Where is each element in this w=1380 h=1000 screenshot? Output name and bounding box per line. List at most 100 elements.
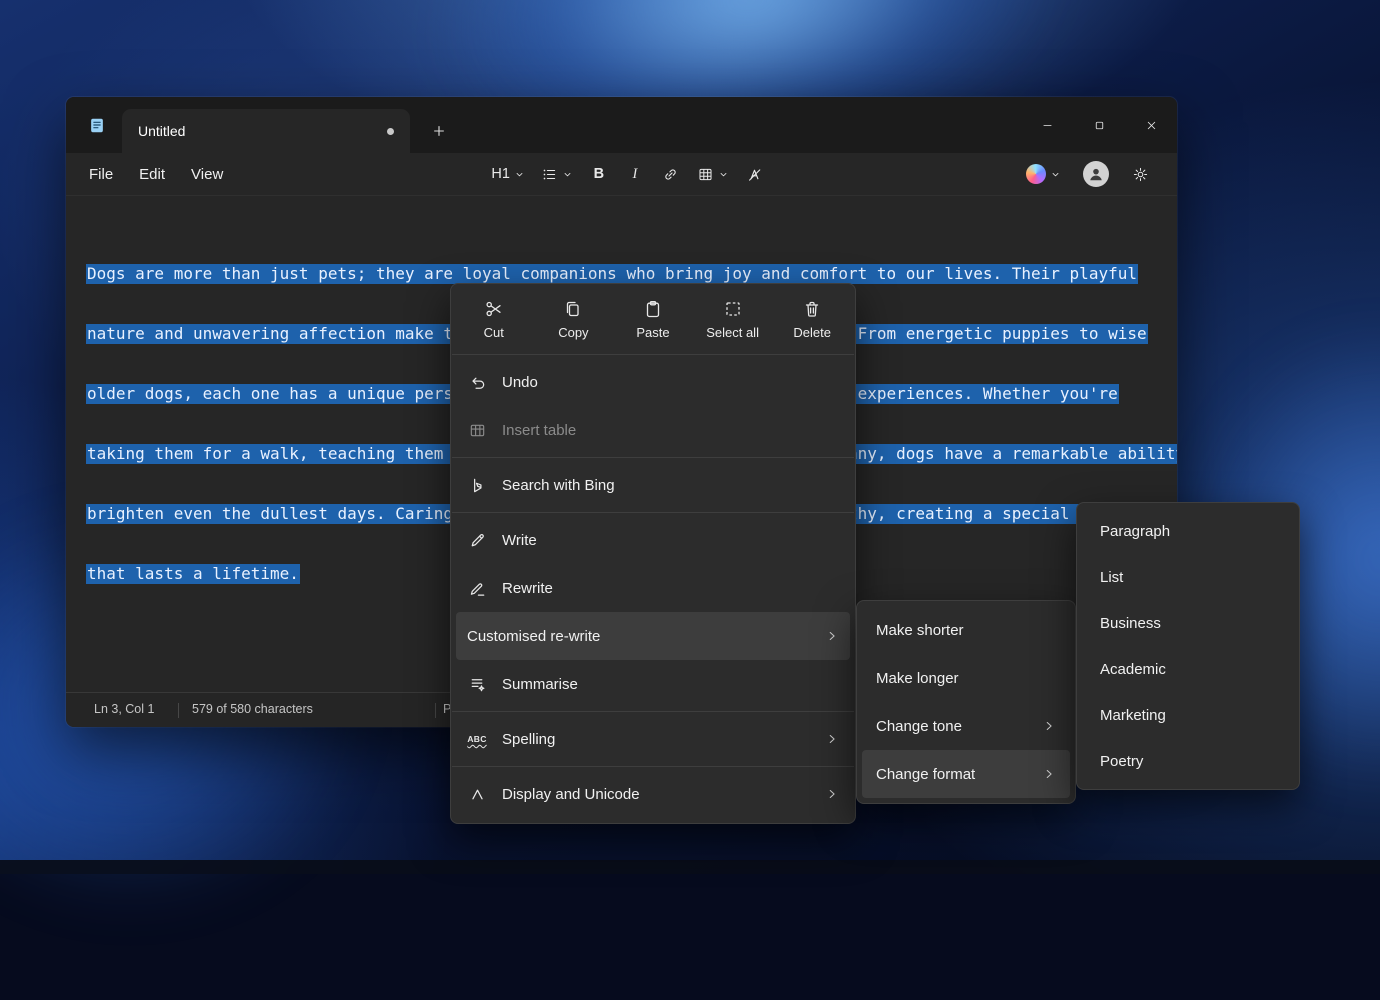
menu-item-write[interactable]: Write: [456, 516, 850, 564]
submenu-item-make-longer[interactable]: Make longer: [862, 654, 1070, 702]
menu-item-label: Rewrite: [502, 580, 553, 597]
bold-label: B: [594, 166, 604, 182]
caret-icon: [467, 784, 487, 804]
menu-divider: [452, 354, 854, 355]
select-all-button[interactable]: Select all: [693, 291, 773, 347]
paste-icon: [643, 299, 663, 319]
cut-button[interactable]: Cut: [454, 291, 534, 347]
pen-icon: [467, 578, 487, 598]
format-option-business[interactable]: Business: [1082, 600, 1294, 646]
quick-action-label: Select all: [706, 325, 759, 340]
insert-link-button[interactable]: [655, 158, 687, 190]
menu-item-label: Customised re-write: [467, 628, 600, 645]
menu-item-label: Make shorter: [876, 622, 964, 639]
delete-button[interactable]: Delete: [772, 291, 852, 347]
pencil-icon: [467, 530, 487, 550]
chevron-right-icon: [1042, 767, 1056, 781]
menu-item-customised-rewrite[interactable]: Customised re-write: [456, 612, 850, 660]
bold-button[interactable]: B: [583, 158, 615, 190]
menu-item-summarise[interactable]: Summarise: [456, 660, 850, 708]
link-icon: [662, 166, 679, 183]
new-tab-button[interactable]: [422, 115, 456, 147]
menu-item-display-and-unicode[interactable]: Display and Unicode: [456, 770, 850, 818]
menu-item-label: Make longer: [876, 670, 959, 687]
submenu-item-change-tone[interactable]: Change tone: [862, 702, 1070, 750]
menu-view[interactable]: View: [178, 159, 236, 190]
menu-item-label: Summarise: [502, 676, 578, 693]
menu-item-label: Business: [1100, 615, 1161, 632]
submenu-item-make-shorter[interactable]: Make shorter: [862, 606, 1070, 654]
unsaved-indicator-dot: [387, 128, 394, 135]
menu-edit[interactable]: Edit: [126, 159, 178, 190]
spellcheck-icon: ABC: [467, 729, 487, 749]
menu-divider: [452, 766, 854, 767]
summarise-icon: [467, 674, 487, 694]
copy-icon: [563, 299, 583, 319]
chevron-right-icon: [825, 732, 839, 746]
menu-item-label: Marketing: [1100, 707, 1166, 724]
submenu-item-change-format[interactable]: Change format: [862, 750, 1070, 798]
settings-button[interactable]: [1125, 158, 1157, 190]
menu-divider: [452, 457, 854, 458]
account-avatar[interactable]: [1083, 161, 1109, 187]
format-option-marketing[interactable]: Marketing: [1082, 692, 1294, 738]
toolbar-right-group: [1020, 158, 1157, 190]
menu-item-label: Display and Unicode: [502, 786, 640, 803]
close-button[interactable]: [1125, 97, 1177, 153]
selected-text: Dogs are more than just pets; they are l…: [86, 264, 1138, 284]
chevron-down-icon: [514, 169, 525, 180]
menu-item-label: Write: [502, 532, 537, 549]
chevron-down-icon: [562, 169, 573, 180]
format-option-list[interactable]: List: [1082, 554, 1294, 600]
format-option-paragraph[interactable]: Paragraph: [1082, 508, 1294, 554]
menu-item-undo[interactable]: Undo: [456, 358, 850, 406]
menu-item-label: Search with Bing: [502, 477, 615, 494]
copilot-button[interactable]: [1020, 158, 1067, 190]
italic-label: I: [632, 166, 637, 183]
menu-item-label: Insert table: [502, 422, 576, 439]
copy-button[interactable]: Copy: [534, 291, 614, 347]
maximize-button[interactable]: [1073, 97, 1125, 153]
menu-item-spelling[interactable]: ABC Spelling: [456, 715, 850, 763]
selected-text: that lasts a lifetime.: [86, 564, 300, 584]
quick-action-label: Copy: [558, 325, 588, 340]
heading-style-button[interactable]: H1: [485, 158, 531, 190]
quick-action-label: Cut: [484, 325, 504, 340]
menu-item-label: Change tone: [876, 718, 962, 735]
menu-item-label: List: [1100, 569, 1123, 586]
taskbar: [0, 860, 1380, 874]
close-icon: [1145, 119, 1158, 132]
status-char-count: 579 of 580 characters: [192, 702, 313, 716]
insert-table-button[interactable]: [691, 158, 735, 190]
format-option-academic[interactable]: Academic: [1082, 646, 1294, 692]
menu-file[interactable]: File: [76, 159, 126, 190]
table-icon: [697, 166, 714, 183]
menu-item-search-with-bing[interactable]: Search with Bing: [456, 461, 850, 509]
editor-line: Dogs are more than just pets; they are l…: [86, 264, 1157, 284]
tab-title: Untitled: [138, 123, 185, 139]
plus-icon: [431, 123, 447, 139]
menu-toolbar: File Edit View H1 B I: [66, 153, 1177, 196]
italic-button[interactable]: I: [619, 158, 651, 190]
context-menu: Cut Copy Paste: [450, 283, 856, 824]
menu-item-rewrite[interactable]: Rewrite: [456, 564, 850, 612]
format-option-poetry[interactable]: Poetry: [1082, 738, 1294, 784]
minimize-icon: [1041, 119, 1054, 132]
undo-icon: [467, 372, 487, 392]
tab-untitled[interactable]: Untitled: [122, 109, 410, 153]
gear-icon: [1132, 166, 1149, 183]
clear-formatting-icon: [746, 166, 763, 183]
chevron-right-icon: [825, 629, 839, 643]
clear-formatting-button[interactable]: [739, 158, 771, 190]
minimize-button[interactable]: [1021, 97, 1073, 153]
paste-button[interactable]: Paste: [613, 291, 693, 347]
window-controls: [1021, 97, 1177, 153]
list-style-button[interactable]: [535, 158, 579, 190]
status-line-col: Ln 3, Col 1: [94, 702, 154, 716]
chevron-right-icon: [825, 787, 839, 801]
cut-icon: [484, 299, 504, 319]
quick-actions-row: Cut Copy Paste: [451, 289, 855, 351]
person-icon: [1087, 165, 1105, 183]
select-all-icon: [723, 299, 743, 319]
chevron-right-icon: [1042, 719, 1056, 733]
